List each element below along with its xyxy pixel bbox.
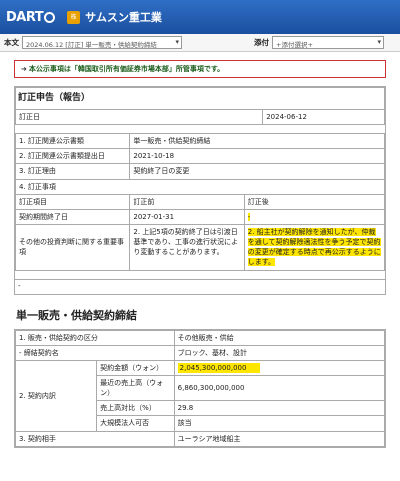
- counterparty-value: ユーラシア地域船主: [173, 430, 386, 447]
- contract-name-value: ブロック、基材、設計: [173, 344, 386, 361]
- contract-type-value: その他販売・供給: [173, 329, 386, 346]
- correction-section: 訂正申告（報告） 訂正日 2024-06-12 1. 訂正関連公示書類 単一販売・…: [14, 86, 386, 295]
- correction-row-value: 契約終了日の変更: [129, 163, 385, 180]
- item2-label: その他の投資判断に関する重要事項: [14, 224, 131, 271]
- app-header: DART 株 サムスン重工業: [0, 0, 400, 34]
- correction-row-label: 1. 訂正関連公示書類: [14, 133, 131, 150]
- doc-toolbar: 本文 2024.06.12 [訂正] 単一販売・供給契約締結 添付 +添付選択+: [0, 34, 400, 52]
- doc-select[interactable]: 2024.06.12 [訂正] 単一販売・供給契約締結: [22, 36, 182, 49]
- contract-amount-value: 2,045,300,000,000: [173, 359, 386, 377]
- correction-title: 訂正申告（報告）: [15, 86, 385, 111]
- notice-text: 本公示事項は「韓国取引所有価証券市場本部」所管事項です。: [28, 65, 225, 73]
- item2-after-text: 2. 船主社が契約解除を通知したが、仲裁を通して契約解除適法性を争う予定で契約の…: [247, 228, 381, 267]
- col-head-before: 訂正前: [129, 193, 245, 210]
- dart-logo[interactable]: DART: [6, 10, 56, 25]
- large-corp-label: 大規模法人可否: [96, 415, 175, 432]
- attach-select[interactable]: +添付選択+: [272, 36, 384, 49]
- empty-box: -: [15, 278, 385, 292]
- item2-before: 2. 上記5項の契約終了日は引渡日基準であり、工事の進行状況により変動することが…: [129, 224, 245, 271]
- item1-after: -: [243, 208, 386, 226]
- recent-sales-value: 6,860,300,000,000: [173, 375, 386, 402]
- company-name: サムスン重工業: [85, 11, 162, 24]
- correction-row-label: 2. 訂正関連公示書類提出日: [14, 148, 131, 165]
- contract-type-label: 1. 販売・供給契約の区分: [15, 329, 175, 346]
- counterparty-label: 3. 契約相手: [15, 430, 175, 447]
- notice-banner: ➜ 本公示事項は「韓国取引所有価証券市場本部」所管事項です。: [14, 60, 386, 78]
- company-badge-icon: 株: [67, 10, 81, 24]
- item1-before: 2027-01-31: [129, 208, 245, 226]
- col-head-after: 訂正後: [243, 193, 386, 210]
- correction-date-label: 訂正日: [14, 109, 264, 126]
- correction-row-label: 3. 訂正理由: [14, 163, 131, 180]
- col-head-item: 訂正項目: [14, 193, 131, 210]
- contract-name-label: - 締結契約名: [15, 344, 175, 361]
- correction-row-label: 4. 訂正事項: [15, 178, 385, 195]
- attach-select-label: 添付: [254, 38, 269, 47]
- main-title: 単一販売・供給契約締結: [16, 308, 137, 322]
- correction-row-value: 単一販売・供給契約締結: [129, 133, 385, 150]
- contract-section: 1. 販売・供給契約の区分 その他販売・供給 - 締結契約名 ブロック、基材、設計 …: [14, 328, 386, 448]
- correction-row-value: 2021-10-18: [129, 148, 385, 165]
- contract-amount-label: 契約金額（ウォン）: [96, 359, 175, 377]
- large-corp-value: 該当: [173, 415, 386, 432]
- logo-circle-icon: [44, 11, 56, 23]
- arrow-right-icon: ➜: [21, 65, 27, 73]
- doc-select-label: 本文: [4, 38, 19, 47]
- item1-after-text: -: [247, 212, 251, 221]
- correction-date-value: 2024-06-12: [262, 109, 385, 126]
- document-body: ➜ 本公示事項は「韓国取引所有価証券市場本部」所管事項です。 訂正申告（報告） 訂…: [14, 60, 386, 448]
- item1-label: 契約期間終了日: [14, 208, 131, 226]
- recent-sales-label: 最近の売上高（ウォン）: [96, 375, 175, 402]
- item2-after: 2. 船主社が契約解除を通知したが、仲裁を通して契約解除適法性を争う予定で契約の…: [243, 224, 386, 271]
- contract-details-label: 2. 契約内訳: [14, 359, 98, 432]
- sales-ratio-label: 売上高対比（%）: [96, 400, 175, 417]
- contract-amount-text: 2,045,300,000,000: [177, 362, 261, 373]
- sales-ratio-value: 29.8: [173, 400, 386, 417]
